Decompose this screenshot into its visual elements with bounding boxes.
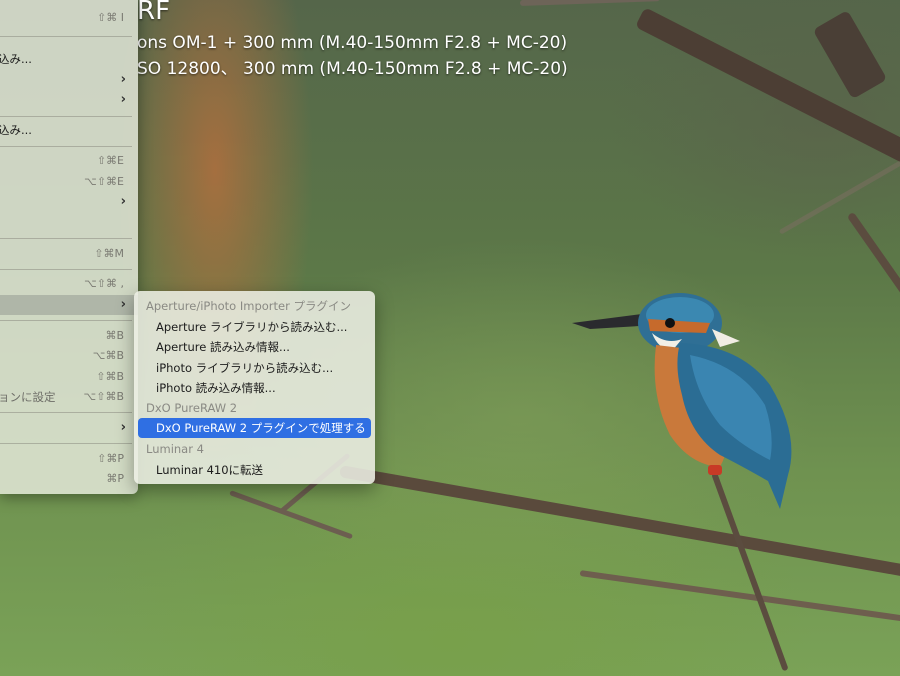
menu-item[interactable]: ⇧⌘ I: [0, 8, 138, 28]
menu-item[interactable]: ⇧⌘B: [0, 367, 138, 387]
chevron-right-icon: ›: [120, 92, 126, 107]
menu-item-aperture-import[interactable]: Aperture ライブラリから読み込む...: [156, 319, 347, 335]
shortcut-label: ⌥⌘B: [92, 349, 124, 362]
photo-title-overlay: RF: [137, 0, 171, 26]
menu-item-submenu[interactable]: ›: [0, 418, 138, 438]
menu-separator: [0, 269, 132, 270]
menu-item[interactable]: ⇧⌘E: [0, 151, 138, 171]
menu-separator: [0, 116, 132, 117]
submenu-section-header: Aperture/iPhoto Importer プラグイン: [146, 299, 351, 313]
branch: [778, 160, 900, 235]
menu-item[interactable]: ョンに設定 ⌥⇧⌘B: [0, 387, 138, 407]
chevron-right-icon: ›: [120, 420, 126, 435]
submenu-section-header: Luminar 4: [146, 442, 204, 456]
shortcut-label: ⌘P: [106, 472, 124, 485]
menu-item[interactable]: ⌥⌘B: [0, 346, 138, 366]
menu-separator: [0, 238, 132, 239]
shortcut-label: ⇧⌘P: [97, 452, 124, 465]
plugins-submenu: Aperture/iPhoto Importer プラグイン Aperture …: [134, 291, 375, 484]
menu-item-dxo-pureraw-selected[interactable]: DxO PureRAW 2 プラグインで処理する: [138, 418, 371, 438]
exif-line-2: SO 12800、 300 mm (M.40-150mm F2.8 + MC-2…: [137, 59, 568, 79]
exif-line-1: ons OM-1 + 300 mm (M.40-150mm F2.8 + MC-…: [137, 33, 568, 53]
menu-item-aperture-info[interactable]: Aperture 読み込み情報...: [156, 339, 290, 355]
menu-separator: [0, 320, 132, 321]
menu-item[interactable]: ⌘P: [0, 469, 138, 489]
menu-item[interactable]: 込み...: [0, 49, 138, 69]
shortcut-label: ⌥⇧⌘ ,: [84, 277, 124, 290]
menu-separator: [0, 36, 132, 37]
menu-item[interactable]: ⌥⇧⌘E: [0, 172, 138, 192]
submenu-section-header: DxO PureRAW 2: [146, 401, 238, 415]
menu-item-plugins-active[interactable]: ›: [0, 295, 138, 315]
branch: [519, 0, 661, 6]
menu-item[interactable]: 込み...: [0, 120, 138, 140]
menu-item[interactable]: ⌘B: [0, 326, 138, 346]
chevron-right-icon: ›: [120, 194, 126, 209]
menu-item-submenu[interactable]: ›: [0, 192, 138, 212]
file-menu: ⇧⌘ I 込み... › › 込み... ⇧⌘E ⌥⇧⌘E › ⇧⌘M ⌥⇧⌘ …: [0, 0, 138, 494]
branch: [229, 490, 354, 540]
menu-item[interactable]: ⇧⌘P: [0, 449, 138, 469]
menu-item-submenu[interactable]: ›: [0, 70, 138, 90]
branch: [812, 10, 888, 100]
kingfisher-image: [572, 293, 792, 509]
menu-separator: [0, 443, 132, 444]
shortcut-label: ⇧⌘M: [94, 247, 124, 260]
menu-item-luminar-transfer[interactable]: Luminar 410に転送: [156, 462, 263, 478]
chevron-right-icon: ›: [120, 72, 126, 87]
shortcut-label: ⌥⇧⌘B: [83, 390, 124, 403]
menu-item-submenu[interactable]: ›: [0, 90, 138, 110]
menu-item-iphoto-import[interactable]: iPhoto ライブラリから読み込む...: [156, 360, 333, 376]
shortcut-label: ⌥⇧⌘E: [84, 175, 124, 188]
menu-separator: [0, 146, 132, 147]
branch: [846, 211, 900, 315]
menu-item-label: DxO PureRAW 2 プラグインで処理する: [156, 421, 366, 435]
chevron-right-icon: ›: [120, 297, 126, 312]
menu-item-iphoto-info[interactable]: iPhoto 読み込み情報...: [156, 380, 276, 396]
shortcut-label: ⇧⌘E: [96, 154, 124, 167]
menu-item[interactable]: ⇧⌘M: [0, 244, 138, 264]
menu-item[interactable]: ⌥⇧⌘ ,: [0, 274, 138, 294]
menu-separator: [0, 412, 132, 413]
shortcut-label: ⇧⌘ I: [97, 11, 124, 24]
branch: [579, 570, 900, 622]
shortcut-label: ⇧⌘B: [96, 370, 124, 383]
shortcut-label: ⌘B: [105, 329, 124, 342]
